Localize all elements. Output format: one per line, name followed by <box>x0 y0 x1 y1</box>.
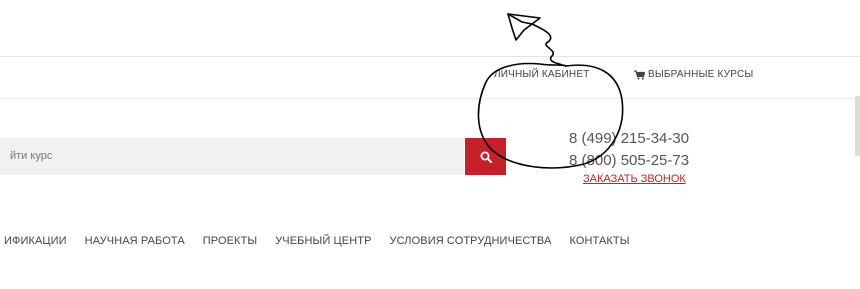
page-scrollbar[interactable] <box>855 96 860 156</box>
search-icon <box>480 151 492 163</box>
phone-number-1[interactable]: 8 (499) 215-34-30 <box>569 128 689 150</box>
request-callback-link[interactable]: ЗАКАЗАТЬ ЗВОНОК <box>583 173 689 185</box>
nav-item-projects[interactable]: ПРОЕКТЫ <box>203 235 257 247</box>
selected-courses-link[interactable]: ВЫБРАННЫЕ КУРСЫ <box>634 69 753 80</box>
selected-courses-label: ВЫБРАННЫЕ КУРСЫ <box>648 69 754 80</box>
cart-icon <box>634 69 645 80</box>
nav-item-contacts[interactable]: КОНТАКТЫ <box>569 235 629 247</box>
personal-cabinet-link[interactable]: ЛИЧНЫЙ КАБИНЕТ <box>494 69 590 80</box>
top-utility-bar: ЛИЧНЫЙ КАБИНЕТ ВЫБРАННЫЕ КУРСЫ <box>0 56 860 99</box>
nav-item-certifications[interactable]: ИФИКАЦИИ <box>4 235 67 247</box>
contact-block: 8 (499) 215-34-30 8 (800) 505-25-73 ЗАКА… <box>569 128 689 185</box>
phone-number-2[interactable]: 8 (800) 505-25-73 <box>569 150 689 172</box>
course-search-input[interactable]: йти курс <box>0 138 464 175</box>
nav-item-cooperation-terms[interactable]: УСЛОВИЯ СОТРУДНИЧЕСТВА <box>390 235 552 247</box>
nav-item-training-center[interactable]: УЧЕБНЫЙ ЦЕНТР <box>275 235 371 247</box>
search-button[interactable] <box>465 138 506 175</box>
main-navigation: ИФИКАЦИИ НАУЧНАЯ РАБОТА ПРОЕКТЫ УЧЕБНЫЙ … <box>0 231 648 251</box>
nav-item-research[interactable]: НАУЧНАЯ РАБОТА <box>85 235 185 247</box>
